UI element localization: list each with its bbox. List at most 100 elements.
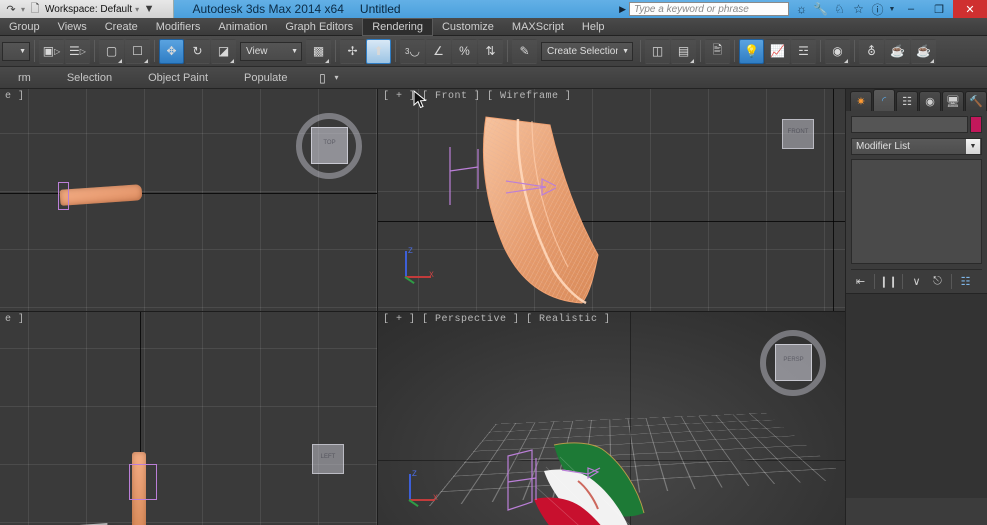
make-unique-icon[interactable]: ∨ xyxy=(907,273,926,290)
select-and-scale-icon[interactable]: ◪ xyxy=(211,39,236,64)
menu-item-create[interactable]: Create xyxy=(96,18,147,36)
toolbar-separator xyxy=(734,40,735,62)
select-and-link-icon[interactable]: ▣ ▷ xyxy=(39,39,64,64)
select-and-rotate-icon[interactable]: ↻ xyxy=(185,39,210,64)
graphite-modeling-tools-icon[interactable]: 💡 xyxy=(739,39,764,64)
reference-coordinate-system-dropdown[interactable]: View ▼ xyxy=(240,42,302,61)
menu-item-views[interactable]: Views xyxy=(49,18,96,36)
undo-icon[interactable]: ↷ xyxy=(4,2,18,16)
menu-item-maxscript[interactable]: MAXScript xyxy=(503,18,573,36)
wrench-icon[interactable]: 🔧 xyxy=(811,0,830,18)
utilities-tab[interactable]: 🔨 xyxy=(965,91,987,111)
material-editor-icon[interactable]: ◉ xyxy=(825,39,850,64)
toolbar-separator xyxy=(700,40,701,62)
snaps-toggle-icon[interactable]: ⬆ xyxy=(366,39,391,64)
snap-3d-icon[interactable]: 3 ◡ xyxy=(400,39,425,64)
viewport-label-bottom-left[interactable]: e ] xyxy=(5,314,25,325)
menu-item-rendering[interactable]: Rendering xyxy=(362,18,433,36)
percent-snap-toggle-icon[interactable]: % xyxy=(452,39,477,64)
edit-named-selection-sets-icon[interactable]: ✎ xyxy=(512,39,537,64)
object-name-input[interactable] xyxy=(851,116,968,133)
menu-item-customize[interactable]: Customize xyxy=(433,18,503,36)
search-input[interactable]: Type a keyword or phrase xyxy=(629,2,789,16)
viewport-front[interactable]: [ + ] [ Front ] [ Wireframe ] Z X FRONT xyxy=(378,89,845,311)
toolbar-separator xyxy=(34,40,35,62)
ribbon-tab-populate[interactable]: Populate xyxy=(226,67,305,89)
undo-history-dropdown[interactable]: ▼ xyxy=(2,42,30,61)
rendered-frame-window-icon[interactable]: ☕ xyxy=(885,39,910,64)
ribbon-tab-object-paint[interactable]: Object Paint xyxy=(130,67,226,89)
display-tab[interactable]: 🖥 xyxy=(942,91,964,111)
quick-access-toolbar: ↷ ▾ 🗋 Workspace: Default ▾ ▼ xyxy=(0,0,174,18)
menu-item-graph-editors[interactable]: Graph Editors xyxy=(276,18,362,36)
use-pivot-point-center-icon[interactable]: ▩ xyxy=(306,39,331,64)
select-and-manipulate-icon[interactable]: ✢ xyxy=(340,39,365,64)
modifier-stack-list[interactable] xyxy=(851,159,982,264)
view-cube-top-left[interactable]: TOP xyxy=(296,113,362,179)
close-button[interactable]: ✕ xyxy=(953,0,987,18)
create-tab[interactable]: ✷ xyxy=(850,91,872,111)
view-cube-bottom-left[interactable]: LEFT xyxy=(312,444,344,474)
expand-search-icon[interactable]: ▶ xyxy=(619,4,626,15)
curve-editor-icon[interactable]: 📈 xyxy=(765,39,790,64)
window-crossing-toggle-icon[interactable]: ☐ xyxy=(125,39,150,64)
viewport-top-left[interactable]: e ] TOP xyxy=(0,89,377,311)
chevron-down-icon[interactable]: ▾ xyxy=(334,73,338,82)
swan-icon[interactable]: ♘ xyxy=(830,0,849,18)
schematic-view-icon[interactable]: ☲ xyxy=(791,39,816,64)
view-cube-perspective[interactable]: PERSP xyxy=(760,330,826,396)
align-icon[interactable]: ▤ xyxy=(671,39,696,64)
minimize-button[interactable]: – xyxy=(897,0,925,18)
star-icon[interactable]: ☆ xyxy=(849,0,868,18)
pin-stack-icon[interactable]: ⇤ xyxy=(851,273,870,290)
viewport-label-top-left[interactable]: e ] xyxy=(5,91,25,102)
view-cube-body[interactable]: TOP xyxy=(311,127,348,164)
help-icon[interactable]: ⓘ xyxy=(868,0,887,18)
binoculars-icon[interactable]: ☼ xyxy=(792,0,811,18)
show-end-result-icon[interactable]: ❙❙ xyxy=(879,273,898,290)
menu-item-help[interactable]: Help xyxy=(573,18,614,36)
layer-manager-icon[interactable]: 🖹 xyxy=(705,39,730,64)
remove-modifier-icon[interactable]: ⎋ xyxy=(928,273,947,290)
hierarchy-tab[interactable]: ☷ xyxy=(896,91,918,111)
ribbon-tab-freeform[interactable]: rm xyxy=(0,67,49,89)
modify-tab[interactable]: ◜ xyxy=(873,89,895,111)
select-and-move-icon[interactable]: ✥ xyxy=(159,39,184,64)
render-mode-icon[interactable]: ▯ xyxy=(313,70,331,86)
rectangular-selection-region-icon[interactable]: ▢ xyxy=(99,39,124,64)
toolbar-separator xyxy=(874,274,875,289)
motion-tab[interactable]: ◉ xyxy=(919,91,941,111)
3dsmax-window: ↷ ▾ 🗋 Workspace: Default ▾ ▼ Autodesk 3d… xyxy=(0,0,987,525)
help-caret-icon[interactable]: ▼ xyxy=(887,0,897,18)
app-title: Autodesk 3ds Max 2014 x64 xyxy=(192,2,343,16)
chevron-down-icon[interactable]: ▼ xyxy=(142,2,156,16)
configure-modifier-sets-icon[interactable]: ☷ xyxy=(956,273,975,290)
menu-item-modifiers[interactable]: Modifiers xyxy=(147,18,210,36)
menu-item-animation[interactable]: Animation xyxy=(209,18,276,36)
angle-snap-toggle-icon[interactable]: ∠ xyxy=(426,39,451,64)
spinner-snap-toggle-icon[interactable]: ⇅ xyxy=(478,39,503,64)
menu-item-group[interactable]: Group xyxy=(0,18,49,36)
viewport-label-perspective[interactable]: [ + ] [ Perspective ] [ Realistic ] xyxy=(383,314,611,325)
select-by-name-icon[interactable]: ☰ ▷ xyxy=(65,39,90,64)
axis-tripod-front: Z X xyxy=(396,249,442,295)
chevron-down-icon[interactable]: ▼ xyxy=(966,139,980,154)
maximize-button[interactable]: ❐ xyxy=(925,0,953,18)
render-setup-icon[interactable]: ⛢ xyxy=(859,39,884,64)
viewport-bottom-left[interactable]: e ] LEFT xyxy=(0,312,377,525)
object-color-swatch[interactable] xyxy=(970,116,982,133)
toolbar-separator xyxy=(94,40,95,62)
view-cube-body[interactable]: PERSP xyxy=(775,344,812,381)
viewport-label-front[interactable]: [ + ] [ Front ] [ Wireframe ] xyxy=(383,91,572,102)
render-production-icon[interactable]: ☕ xyxy=(911,39,936,64)
toolbar-separator xyxy=(854,40,855,62)
view-cube-front[interactable]: FRONT xyxy=(782,119,814,149)
viewport-perspective[interactable]: [ + ] [ Perspective ] [ Realistic ] Z X … xyxy=(378,312,845,525)
named-selection-set-dropdown[interactable]: Create Selection Se ▼ xyxy=(541,42,633,61)
workspace-label[interactable]: Workspace: Default xyxy=(45,4,132,15)
modifier-list-dropdown[interactable]: Modifier List ▼ xyxy=(851,138,982,155)
mirror-icon[interactable]: ◫ xyxy=(645,39,670,64)
ribbon-tab-selection[interactable]: Selection xyxy=(49,67,130,89)
watermark-logo: VE xyxy=(8,510,112,525)
save-icon[interactable]: 🗋 xyxy=(28,2,42,16)
